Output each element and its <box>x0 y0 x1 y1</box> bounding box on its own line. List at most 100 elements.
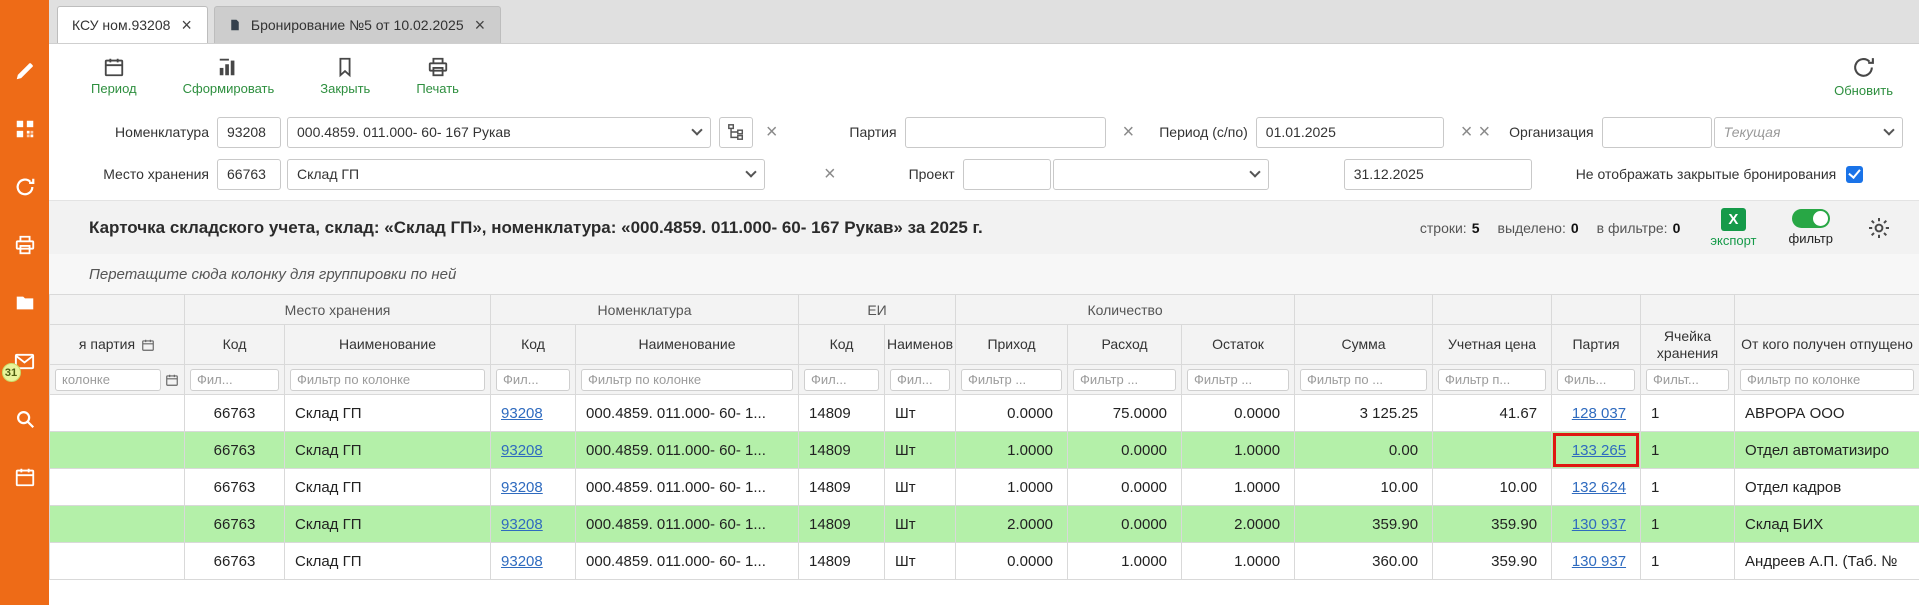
column-filter-input-from[interactable] <box>1740 369 1914 391</box>
qr-code-icon[interactable] <box>12 116 38 142</box>
column-header-ostatok[interactable]: Остаток <box>1182 325 1295 365</box>
column-filter-input-price[interactable] <box>1438 369 1546 391</box>
table-row[interactable]: 66763Склад ГП93208000.4859. 011.000- 60-… <box>50 506 1919 543</box>
calendar-icon[interactable] <box>165 373 179 387</box>
hide-closed-checkbox[interactable] <box>1846 166 1863 183</box>
tab-ksu[interactable]: КСУ ном.93208 <box>57 6 208 43</box>
group-panel[interactable]: Перетащите сюда колонку для группировки … <box>49 254 1919 294</box>
storage-code-input[interactable] <box>217 159 281 190</box>
edit-icon[interactable] <box>12 58 38 84</box>
settings-gear-icon[interactable] <box>1867 216 1891 240</box>
table-row[interactable]: 66763Склад ГП93208000.4859. 011.000- 60-… <box>50 469 1919 506</box>
column-header-nom_name[interactable]: Наименование <box>576 325 799 365</box>
print-icon[interactable] <box>12 232 38 258</box>
column-filter-input-nom_name[interactable] <box>581 369 793 391</box>
column-header-rashod[interactable]: Расход <box>1068 325 1182 365</box>
organization-code-input[interactable] <box>1602 117 1712 148</box>
print-button[interactable]: Печать <box>416 56 459 96</box>
column-group-empty <box>1295 295 1433 325</box>
mail-icon[interactable]: 31 <box>12 348 38 374</box>
party-input[interactable] <box>905 117 1106 148</box>
calendar-icon[interactable] <box>141 338 155 352</box>
project-code-input[interactable] <box>963 159 1051 190</box>
period-button[interactable]: Период <box>91 56 137 96</box>
column-header-mx_name[interactable]: Наименование <box>285 325 491 365</box>
column-filter-input-vparty[interactable] <box>55 369 161 391</box>
nom_code-link[interactable]: 93208 <box>501 479 543 496</box>
tab-booking[interactable]: Бронирование №5 от 10.02.2025 <box>214 6 501 43</box>
column-header-mx_code[interactable]: Код <box>185 325 285 365</box>
close-icon[interactable] <box>474 16 487 34</box>
column-header-ei_code[interactable]: Код <box>799 325 885 365</box>
table-row[interactable]: 66763Склад ГП93208000.4859. 011.000- 60-… <box>50 432 1919 469</box>
period-to-input[interactable] <box>1344 159 1532 190</box>
column-filter-input-party[interactable] <box>1557 369 1635 391</box>
filter-toggle[interactable]: фильтр <box>1789 209 1833 246</box>
column-header-vparty[interactable]: я партия <box>50 325 185 365</box>
party-link[interactable]: 132 624 <box>1572 479 1626 496</box>
column-header-label: Партия <box>1572 336 1619 352</box>
column-header-party[interactable]: Партия <box>1552 325 1641 365</box>
cell-vparty <box>50 469 185 506</box>
column-header-cell[interactable]: Ячейка хранения <box>1641 325 1735 365</box>
cell-rashod: 0.0000 <box>1068 432 1182 469</box>
organization-select[interactable]: Текущая <box>1714 117 1903 148</box>
table-row[interactable]: 66763Склад ГП93208000.4859. 011.000- 60-… <box>50 543 1919 580</box>
tab-bar: КСУ ном.93208 Бронирование №5 от 10.02.2… <box>49 0 1919 44</box>
toggle-switch-on[interactable] <box>1792 209 1830 228</box>
cell-nom_name: 000.4859. 011.000- 60- 1... <box>576 395 799 432</box>
cell-price: 359.90 <box>1433 506 1552 543</box>
clear-storage-icon[interactable] <box>821 164 839 184</box>
clear-organization-icon[interactable] <box>1475 122 1493 142</box>
clear-party-icon[interactable] <box>1120 122 1138 142</box>
column-filter-input-summa[interactable] <box>1300 369 1427 391</box>
nomenclature-code-input[interactable] <box>217 117 281 148</box>
folder-icon[interactable] <box>12 290 38 316</box>
table-row[interactable]: 66763Склад ГП93208000.4859. 011.000- 60-… <box>50 395 1919 432</box>
calendar-icon[interactable] <box>12 464 38 490</box>
column-filter-input-rashod[interactable] <box>1073 369 1176 391</box>
close-icon[interactable] <box>180 16 193 34</box>
column-header-price[interactable]: Учетная цена <box>1433 325 1552 365</box>
sync-icon[interactable] <box>12 174 38 200</box>
refresh-button[interactable]: Обновить <box>1834 55 1893 98</box>
nomenclature-select[interactable]: 000.4859. 011.000- 60- 167 Рукав <box>287 117 711 148</box>
nom_code-link[interactable]: 93208 <box>501 553 543 570</box>
column-filter-input-mx_name[interactable] <box>290 369 485 391</box>
nom_code-link[interactable]: 93208 <box>501 405 543 422</box>
close-period-button[interactable]: Закрыть <box>320 56 370 96</box>
column-group-empty <box>1641 295 1735 325</box>
column-header-from[interactable]: От кого получен отпущено <box>1735 325 1919 365</box>
refresh-icon <box>1851 55 1876 80</box>
export-excel-button[interactable]: X экспорт <box>1710 208 1756 248</box>
filter-cell-cell <box>1641 365 1735 395</box>
project-select[interactable] <box>1053 159 1269 190</box>
column-filter-input-prihod[interactable] <box>961 369 1062 391</box>
tree-view-button[interactable] <box>719 117 753 148</box>
clear-nomenclature-icon[interactable] <box>763 122 781 142</box>
period-from-input[interactable] <box>1256 117 1444 148</box>
filter-cell-price <box>1433 365 1552 395</box>
party-link[interactable]: 130 937 <box>1572 553 1626 570</box>
party-link[interactable]: 128 037 <box>1572 405 1626 422</box>
column-header-prihod[interactable]: Приход <box>956 325 1068 365</box>
generate-button[interactable]: Сформировать <box>183 56 275 96</box>
column-filter-input-cell[interactable] <box>1646 369 1729 391</box>
rows-count-value: 5 <box>1472 220 1480 236</box>
nom_code-link[interactable]: 93208 <box>501 516 543 533</box>
clear-period-icon[interactable] <box>1458 122 1476 142</box>
column-header-summa[interactable]: Сумма <box>1295 325 1433 365</box>
storage-select[interactable]: Склад ГП <box>287 159 765 190</box>
column-header-nom_code[interactable]: Код <box>491 325 576 365</box>
column-header-ei_name[interactable]: Наименов <box>885 325 956 365</box>
party-link[interactable]: 133 265 <box>1572 442 1626 459</box>
column-filter-input-ostatok[interactable] <box>1187 369 1289 391</box>
party-link[interactable]: 130 937 <box>1572 516 1626 533</box>
column-filter-input-mx_code[interactable] <box>190 369 279 391</box>
nom_code-link[interactable]: 93208 <box>501 442 543 459</box>
column-filter-input-nom_code[interactable] <box>496 369 570 391</box>
column-filter-input-ei_name[interactable] <box>890 369 950 391</box>
column-filter-input-ei_code[interactable] <box>804 369 879 391</box>
search-icon[interactable] <box>12 406 38 432</box>
filter-cell-ei_name <box>885 365 956 395</box>
